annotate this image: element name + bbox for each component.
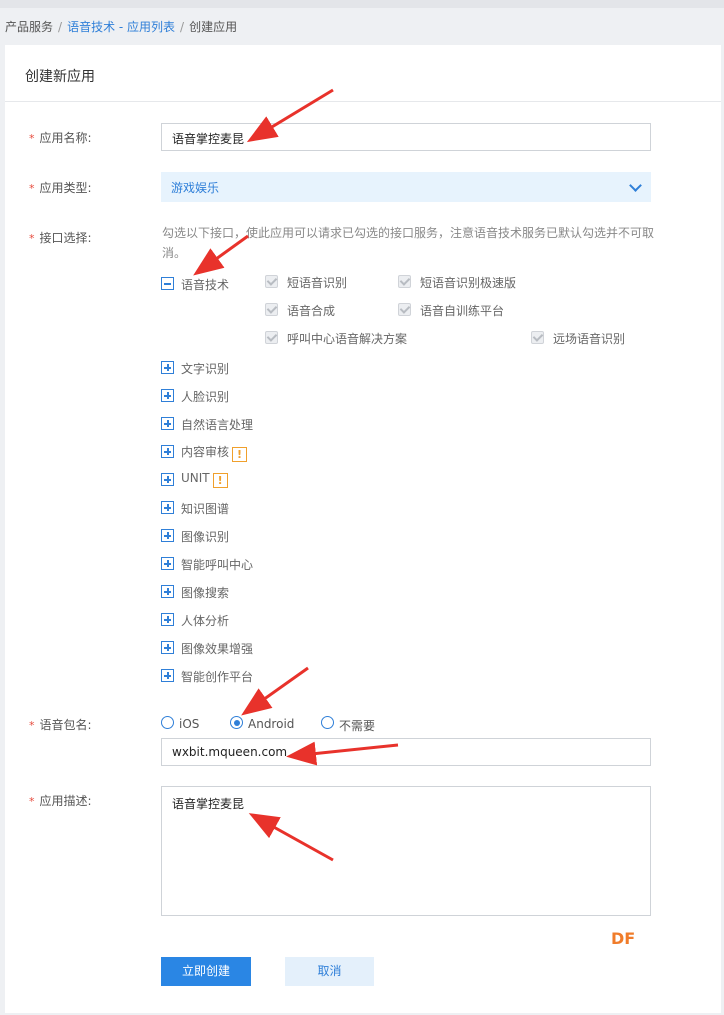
tree-item-knowledge-graph[interactable]: 知识图谱 [181, 500, 229, 517]
tree-item-smart-call-center[interactable]: 智能呼叫中心 [181, 556, 253, 573]
title-divider [5, 101, 721, 102]
tree-item-speech[interactable]: 语音技术 [181, 276, 229, 293]
expand-icon[interactable] [161, 613, 174, 626]
radio-label-none[interactable]: 不需要 [339, 717, 375, 734]
app-name-label: * 应用名称: [29, 131, 92, 145]
expand-icon[interactable] [161, 641, 174, 654]
tree-item-ocr[interactable]: 文字识别 [181, 360, 229, 377]
expand-icon[interactable] [161, 445, 174, 458]
warning-icon: ! [212, 473, 228, 488]
breadcrumb-current: 创建应用 [189, 20, 238, 34]
expand-icon[interactable] [161, 557, 174, 570]
page-title: 创建新应用 [25, 69, 95, 85]
app-type-value: 游戏娱乐 [171, 181, 220, 195]
top-strip [0, 0, 724, 8]
breadcrumb-separator: / [58, 20, 63, 34]
package-label: * 语音包名: [29, 718, 92, 732]
checkbox-short-speech-fast [398, 275, 411, 288]
checkbox-far-field [531, 331, 544, 344]
sub-label-far-field: 远场语音识别 [553, 332, 626, 346]
expand-icon[interactable] [161, 501, 174, 514]
tree-item-image-search[interactable]: 图像搜索 [181, 584, 229, 601]
sub-label-self-training: 语音自训练平台 [420, 304, 505, 318]
sub-label-call-center: 呼叫中心语音解决方案 [287, 332, 408, 346]
radio-none[interactable] [321, 716, 334, 729]
required-mark: * [29, 232, 35, 245]
expand-icon[interactable] [161, 529, 174, 542]
create-button[interactable]: 立即创建 [161, 957, 251, 986]
expand-icon[interactable] [161, 389, 174, 402]
warning-icon: ! [232, 447, 248, 462]
breadcrumb-separator: / [180, 20, 185, 34]
required-mark: * [29, 182, 35, 195]
tree-item-image-recognition[interactable]: 图像识别 [181, 528, 229, 545]
tree-item-image-enhance[interactable]: 图像效果增强 [181, 640, 253, 657]
expand-icon[interactable] [161, 361, 174, 374]
app-type-label: * 应用类型: [29, 181, 92, 195]
checkbox-call-center [265, 331, 278, 344]
app-type-select[interactable]: 游戏娱乐 [161, 172, 651, 202]
chevron-down-icon [629, 179, 642, 192]
sub-label-short-speech: 短语音识别 [287, 276, 348, 290]
breadcrumb: 产品服务 / 语音技术 - 应用列表 / 创建应用 [5, 18, 237, 35]
required-mark: * [29, 795, 35, 808]
tree-item-unit[interactable]: UNIT! [181, 471, 228, 488]
create-app-card: 创建新应用 * 应用名称: 语音掌控麦昆 * 应用类型: 游戏娱乐 * 接口选择: 勾… [5, 45, 721, 1013]
expand-icon[interactable] [161, 585, 174, 598]
required-mark: * [29, 132, 35, 145]
required-mark: * [29, 719, 35, 732]
tree-item-creation-platform[interactable]: 智能创作平台 [181, 668, 253, 685]
checkbox-short-speech [265, 275, 278, 288]
tree-item-body-analysis[interactable]: 人体分析 [181, 612, 229, 629]
sub-label-short-speech-fast: 短语音识别极速版 [420, 276, 517, 290]
checkbox-tts [265, 303, 278, 316]
api-select-label: * 接口选择: [29, 231, 92, 245]
tree-item-nlp[interactable]: 自然语言处理 [181, 416, 253, 433]
expand-icon[interactable] [161, 417, 174, 430]
radio-android[interactable] [230, 716, 243, 729]
package-name-input[interactable]: wxbit.mqueen.com [161, 738, 651, 766]
checkbox-self-training [398, 303, 411, 316]
radio-label-android[interactable]: Android [248, 717, 294, 731]
tree-item-face[interactable]: 人脸识别 [181, 388, 229, 405]
expand-icon[interactable] [161, 669, 174, 682]
sub-label-tts: 语音合成 [287, 304, 336, 318]
api-select-hint: 勾选以下接口，使此应用可以请求已勾选的接口服务，注意语音技术服务已默认勾选并不可… [162, 226, 655, 260]
cancel-button[interactable]: 取消 [285, 957, 374, 986]
description-textarea[interactable]: 语音掌控麦昆 [161, 786, 651, 916]
collapse-icon[interactable] [161, 277, 174, 290]
watermark: DF [611, 929, 636, 948]
app-name-input[interactable]: 语音掌控麦昆 [161, 123, 651, 151]
breadcrumb-section-link[interactable]: 语音技术 - 应用列表 [67, 20, 175, 34]
radio-ios[interactable] [161, 716, 174, 729]
expand-icon[interactable] [161, 473, 174, 486]
radio-label-ios[interactable]: iOS [179, 717, 199, 731]
tree-item-content-review[interactable]: 内容审核! [181, 443, 248, 462]
description-label: * 应用描述: [29, 794, 92, 808]
breadcrumb-root[interactable]: 产品服务 [5, 20, 53, 34]
